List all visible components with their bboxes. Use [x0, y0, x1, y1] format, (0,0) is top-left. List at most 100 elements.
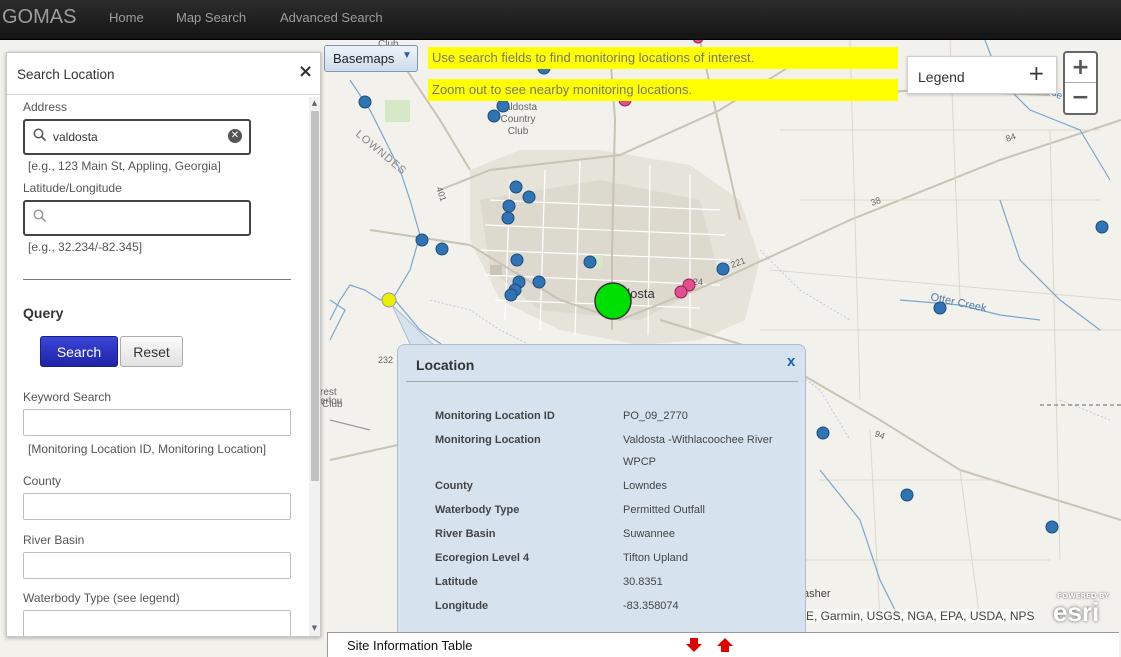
scroll-down-icon[interactable]: ▼	[310, 624, 319, 633]
map-label-club-sw: Club	[322, 399, 343, 410]
road-label-84: 84	[1004, 131, 1017, 144]
station-marker[interactable]	[933, 301, 947, 315]
clear-icon[interactable]: ✕	[228, 129, 242, 143]
station-marker[interactable]	[435, 242, 449, 256]
search-location-panel: Search Location × Address valdosta ✕ [e.…	[6, 52, 321, 637]
waterbody-type-input[interactable]	[23, 610, 291, 636]
popup-field-value: 30.8351	[623, 576, 663, 588]
station-marker[interactable]	[502, 199, 516, 213]
station-marker[interactable]	[583, 255, 597, 269]
site-information-table-bar[interactable]: Site Information Table	[327, 632, 1119, 657]
zoom-control: + −	[1063, 51, 1098, 115]
zoom-in-button[interactable]: +	[1065, 53, 1096, 83]
popup-close-button[interactable]: x	[787, 353, 795, 370]
popup-field-label: Monitoring Location ID	[435, 410, 555, 422]
arrow-up-icon[interactable]	[716, 638, 734, 652]
brand-logo[interactable]: GOMAS	[2, 6, 76, 29]
station-marker[interactable]	[510, 253, 524, 267]
address-value: valdosta	[53, 130, 98, 144]
popup-divider	[406, 381, 798, 382]
station-marker[interactable]	[532, 275, 546, 289]
station-marker[interactable]	[501, 211, 515, 225]
zoom-out-button[interactable]: −	[1065, 83, 1096, 113]
station-marker[interactable]	[900, 488, 914, 502]
map-message-search-hint: Use search fields to find monitoring loc…	[428, 47, 898, 69]
map-message-zoom-hint: Zoom out to see nearby monitoring locati…	[428, 79, 898, 101]
station-marker[interactable]	[522, 190, 536, 204]
boundary-segment	[329, 419, 371, 431]
legend-title: Legend	[918, 69, 965, 85]
popup-field-value: PO_09_2770	[623, 410, 688, 422]
station-marker[interactable]	[816, 426, 830, 440]
query-heading: Query	[23, 305, 64, 321]
panel-title: Search Location	[17, 67, 115, 82]
county-input[interactable]	[23, 493, 291, 520]
popup-pointer	[391, 304, 439, 349]
station-marker[interactable]	[358, 95, 372, 109]
arrow-down-icon[interactable]	[685, 638, 703, 652]
panel-body: Address valdosta ✕ [e.g., 123 Main St, A…	[7, 96, 307, 636]
panel-scrollbar[interactable]: ▲ ▼	[309, 97, 320, 636]
station-marker[interactable]	[496, 99, 510, 113]
address-hint: [e.g., 123 Main St, Appling, Georgia]	[28, 159, 221, 173]
building-block	[490, 265, 502, 275]
popup-field-value: Permitted Outfall	[623, 504, 705, 516]
county-label: County	[23, 474, 62, 488]
popup-field-label: Waterbody Type	[435, 504, 520, 516]
outfall-marker[interactable]	[674, 285, 688, 299]
waterbody-type-label: Waterbody Type (see legend)	[23, 591, 180, 605]
popup-field-value: Lowndes	[623, 480, 668, 492]
selected-location-marker[interactable]	[594, 282, 632, 320]
close-icon[interactable]: ×	[298, 61, 313, 82]
map-attribution: E, Garmin, USGS, NGA, EPA, USDA, NPS	[806, 609, 1035, 623]
nav-home-link[interactable]: Home	[109, 10, 144, 25]
popup-field-label: Ecoregion Level 4	[435, 552, 530, 564]
station-marker[interactable]	[1095, 220, 1109, 234]
keyword-search-label: Keyword Search	[23, 390, 112, 404]
popup-field-value: Suwannee	[623, 528, 675, 540]
esri-logo: POWERED BY esri	[1049, 592, 1113, 628]
panel-header: Search Location ×	[7, 53, 320, 95]
highlighted-station-marker[interactable]	[381, 292, 397, 308]
station-marker[interactable]	[716, 262, 730, 276]
popup-field-label: Longitude	[435, 600, 489, 612]
reset-button[interactable]: Reset	[120, 336, 183, 367]
latlon-hint: [e.g., 32.234/-82.345]	[28, 240, 143, 254]
map-label-lowndes: LOWNDES	[353, 128, 409, 177]
popup-title: Location	[416, 357, 475, 373]
legend-panel[interactable]: Legend +	[907, 56, 1057, 94]
popup-field-label: County	[435, 480, 473, 492]
map-label-country-club: Club	[508, 126, 529, 137]
basemaps-label: Basemaps	[333, 51, 395, 66]
address-label: Address	[23, 100, 68, 114]
basemaps-dropdown[interactable]: Basemaps ▼	[324, 45, 418, 72]
river-basin-input[interactable]	[23, 552, 291, 579]
nav-advanced-search-link[interactable]: Advanced Search	[280, 10, 383, 25]
search-icon	[33, 209, 47, 223]
nav-map-search-link[interactable]: Map Search	[176, 10, 246, 25]
latlon-label: Latitude/Longitude	[23, 181, 122, 195]
scrollbar-thumb[interactable]	[311, 111, 319, 481]
keyword-search-input[interactable]	[23, 409, 291, 436]
address-input[interactable]: valdosta ✕	[23, 119, 251, 155]
plus-icon[interactable]: +	[1028, 61, 1045, 85]
caret-down-icon: ▼	[402, 50, 412, 61]
app-window: GOMAS Home Map Search Advanced Search Va…	[0, 0, 1121, 657]
latlon-input[interactable]	[23, 200, 251, 236]
popup-field-label: River Basin	[435, 528, 496, 540]
search-button[interactable]: Search	[40, 336, 118, 367]
station-marker[interactable]	[504, 288, 518, 302]
popup-field-value: -83.358074	[623, 600, 679, 612]
popup-field-label: Latitude	[435, 576, 478, 588]
map-label-washer: asher	[803, 588, 831, 600]
station-marker[interactable]	[415, 233, 429, 247]
park-area	[385, 100, 410, 122]
scroll-up-icon[interactable]: ▲	[310, 99, 319, 108]
road-label-232: 232	[378, 355, 393, 365]
map-label-club-sw: rest	[320, 387, 337, 398]
keyword-search-hint: [Monitoring Location ID, Monitoring Loca…	[28, 442, 267, 456]
river-basin-label: River Basin	[23, 533, 85, 547]
station-marker[interactable]	[487, 109, 501, 123]
station-marker[interactable]	[509, 180, 523, 194]
station-marker[interactable]	[1045, 520, 1059, 534]
